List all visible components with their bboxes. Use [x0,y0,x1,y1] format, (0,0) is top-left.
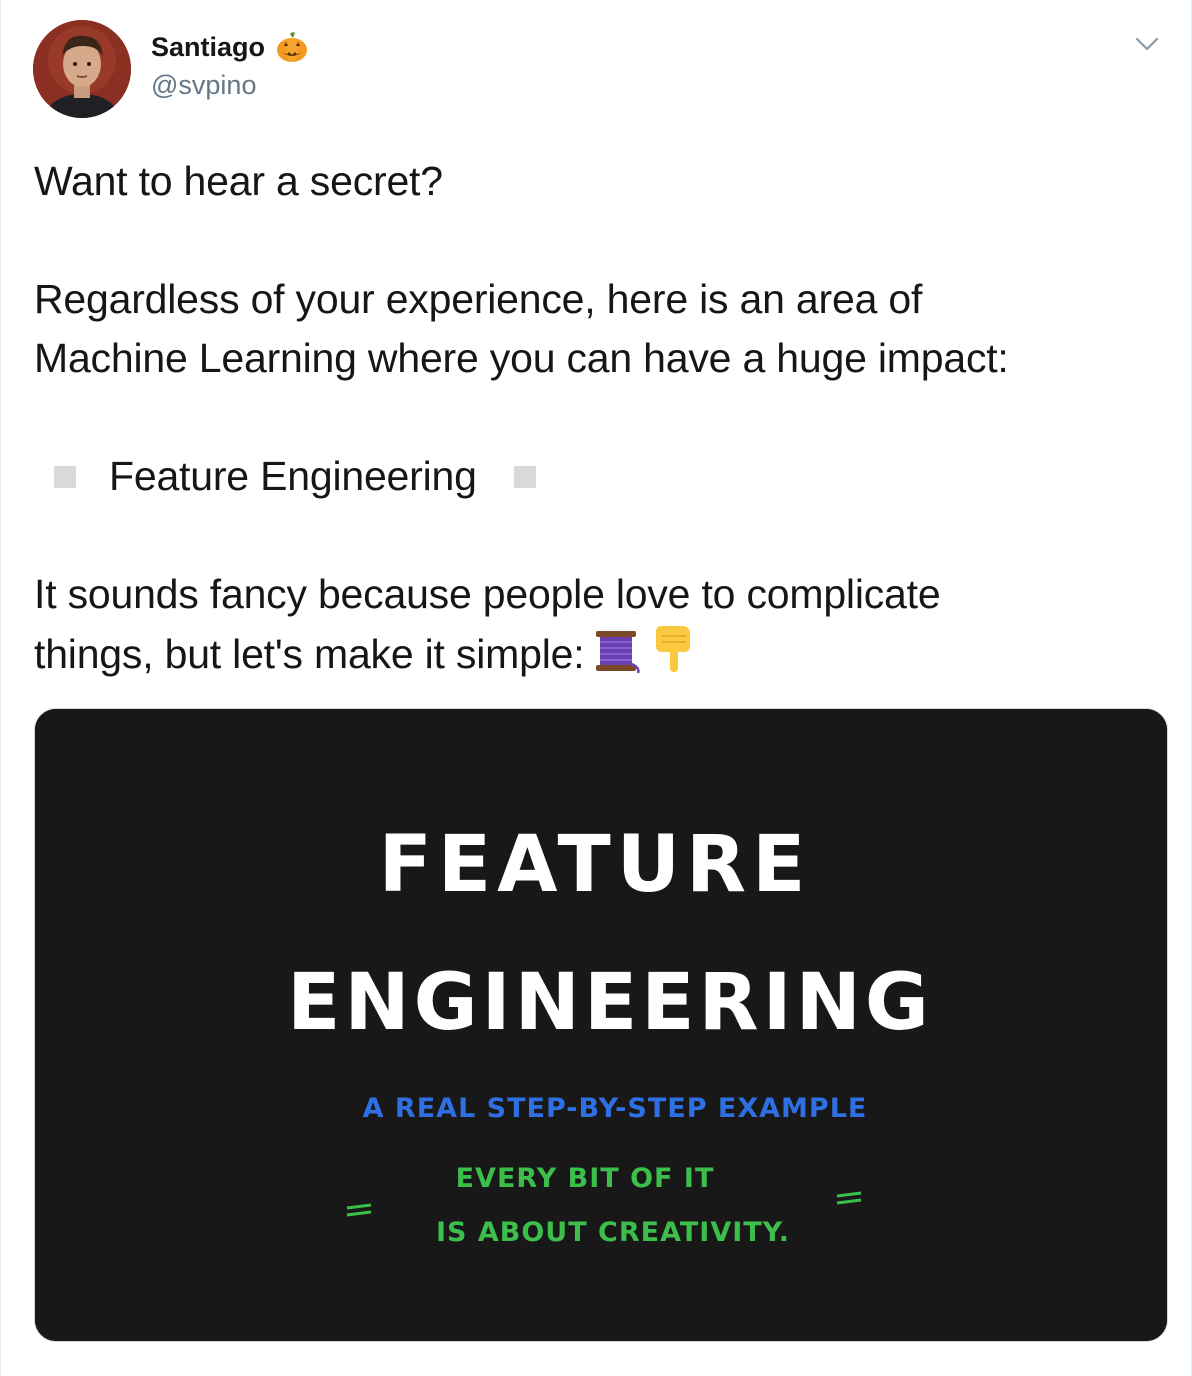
avatar-image [33,20,131,118]
tweet-paragraph-last: things, but let's make it simple: [34,624,1154,690]
pointing-down-icon [650,624,696,690]
media-note-line1: EVERY BIT OF IT [456,1163,715,1194]
avatar[interactable] [33,20,131,118]
thread-icon [592,628,642,690]
tweet-card: Santiago @svpino Want to hear a secret? … [0,0,1192,1376]
white-square-icon [513,465,536,488]
tweet-text: Want to hear a secret? Regardless of you… [34,152,1154,690]
tweet-paragraph: Regardless of your experience, here is a… [34,276,923,322]
author-name-row: Santiago [151,30,309,64]
media-title-line1: FEATURE [379,820,812,910]
pumpkin-icon [275,30,309,64]
feature-highlight-text: Feature Engineering [109,453,477,499]
tweet-paragraph-text: things, but let's make it simple: [34,631,585,677]
tweet-paragraph: Want to hear a secret? [34,158,443,204]
white-square-icon [54,465,76,488]
media-note-line2: IS ABOUT CREATIVITY. [436,1217,790,1248]
media-chalkboard: FEATURE ENGINEERING A REAL STEP-BY-STEP … [35,709,1167,1341]
author-display-name[interactable]: Santiago [151,32,265,63]
tweet-paragraph: Machine Learning where you can have a hu… [34,335,1009,381]
chevron-down-icon[interactable] [1133,30,1161,58]
tweet-paragraph: It sounds fancy because people love to c… [34,571,941,617]
feature-highlight-line: Feature Engineering [34,447,1154,506]
author-handle[interactable]: @svpino [151,70,256,101]
media-title-line2: ENGINEERING [287,958,933,1048]
media-subtitle: A REAL STEP-BY-STEP EXAMPLE [363,1093,868,1124]
tweet-media-image[interactable]: FEATURE ENGINEERING A REAL STEP-BY-STEP … [34,708,1168,1342]
